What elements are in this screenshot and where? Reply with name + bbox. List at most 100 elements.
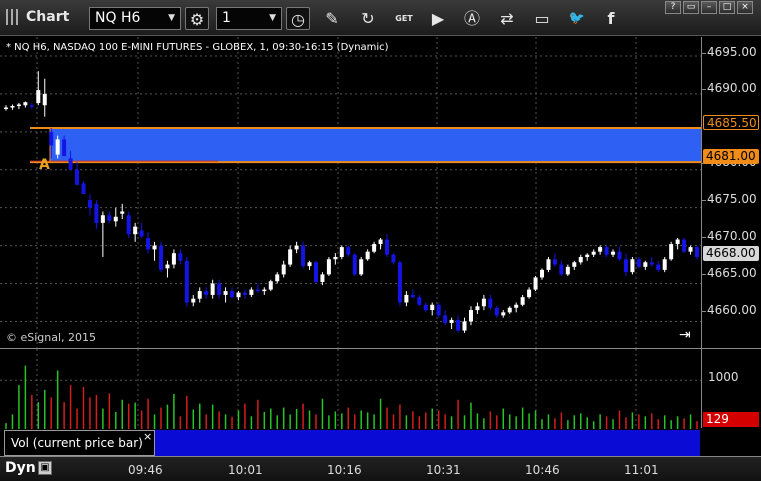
- window-controls: ? ▭ – □ ×: [665, 1, 755, 15]
- candle-body: [695, 247, 699, 257]
- candle-body: [565, 266, 570, 275]
- window-title: Chart: [26, 9, 70, 25]
- candle-body: [113, 216, 118, 222]
- volume-legend-strip: [155, 430, 700, 456]
- candle-body: [507, 307, 512, 313]
- cursor-settings-button[interactable]: ⚙: [185, 7, 209, 30]
- minimize-button[interactable]: –: [701, 1, 717, 14]
- price-chart[interactable]: [0, 37, 701, 348]
- refresh-icon: ↻: [361, 9, 375, 28]
- volume-chart[interactable]: [0, 349, 701, 429]
- lock-icon[interactable]: ▣: [38, 461, 52, 475]
- alert-icon: Ⓐ: [463, 9, 480, 28]
- maximize-button[interactable]: □: [719, 1, 735, 14]
- drag-grip-icon[interactable]: [6, 9, 20, 25]
- candle-body: [339, 247, 344, 257]
- toolbar: Chart NQ H6 ▼ ⚙ 1 ▼ ◷ ✎ ↻ GET ▶ Ⓐ ⇄ ▭ 🐦 …: [0, 0, 761, 36]
- candle-body: [236, 292, 241, 298]
- volume-pane[interactable]: [0, 348, 701, 429]
- alert-button[interactable]: Ⓐ: [460, 7, 484, 30]
- refresh-button[interactable]: ↻: [356, 7, 380, 30]
- volume-legend[interactable]: Vol (current price bar): [4, 430, 155, 456]
- candle-body: [604, 247, 609, 255]
- candle-body: [262, 289, 267, 292]
- candle-body: [152, 245, 157, 250]
- candle-body: [4, 107, 8, 110]
- price-tick-mark: [702, 53, 706, 54]
- candle-body: [55, 139, 60, 155]
- chat-button[interactable]: ▭: [530, 7, 554, 30]
- candle-body: [385, 239, 390, 255]
- candle-body: [107, 215, 112, 221]
- time-tick-label: 10:31: [426, 463, 461, 477]
- candle-body: [49, 131, 54, 146]
- price-tick-label: 4695.00: [707, 45, 757, 59]
- candle-body: [520, 297, 525, 305]
- price-axis[interactable]: 4695.00 4690.00 4680.00 4675.00 4670.00 …: [701, 37, 761, 348]
- candle-body: [514, 304, 519, 308]
- chart-annotation[interactable]: A: [39, 157, 50, 173]
- close-icon[interactable]: ×: [143, 431, 153, 443]
- chevron-down-icon[interactable]: ▼: [168, 8, 175, 29]
- play-button[interactable]: ▶: [426, 7, 450, 30]
- price-tick-mark: [702, 237, 706, 238]
- get-quote-button[interactable]: GET: [392, 7, 416, 30]
- draw-pencil-icon: ✎: [325, 9, 339, 28]
- draw-button[interactable]: ✎: [320, 7, 344, 30]
- twitter-button[interactable]: 🐦: [565, 7, 589, 30]
- candle-body: [158, 245, 163, 270]
- time-tick-label: 11:01: [624, 463, 659, 477]
- symbol-input[interactable]: NQ H6 ▼: [89, 7, 181, 30]
- price-tick-mark: [702, 274, 706, 275]
- candle-body: [23, 102, 28, 106]
- candle-body: [301, 245, 306, 267]
- clock-button[interactable]: ◷: [286, 7, 310, 30]
- price-chart-pane[interactable]: * NQ H6, NASDAQ 100 E-MINI FUTURES - GLO…: [0, 37, 701, 348]
- candle-body: [669, 244, 674, 260]
- candle-body: [326, 259, 331, 275]
- candle-body: [94, 203, 99, 223]
- candle-body: [184, 260, 189, 303]
- candle-body: [204, 291, 209, 295]
- zone-high-label[interactable]: 4685.50: [703, 115, 759, 130]
- volume-axis[interactable]: 1000 0 129: [701, 348, 761, 429]
- candle-body: [197, 291, 202, 299]
- time-axis[interactable]: Dyn ▣ 09:46 10:01 10:16 10:31 10:46 11:0…: [0, 456, 761, 481]
- scroll-to-end-icon[interactable]: ⇥: [679, 328, 697, 342]
- candle-body: [456, 319, 461, 331]
- volume-last-label: 129: [703, 412, 759, 427]
- close-button[interactable]: ×: [737, 1, 753, 14]
- chart-header: * NQ H6, NASDAQ 100 E-MINI FUTURES - GLO…: [6, 42, 389, 53]
- candle-body: [75, 169, 80, 185]
- candle-body: [191, 298, 196, 303]
- link-button[interactable]: ▭: [683, 1, 699, 14]
- candle-body: [307, 262, 312, 267]
- candle-body: [623, 259, 628, 273]
- dynamic-mode-label[interactable]: Dyn: [5, 460, 36, 476]
- help-button[interactable]: ?: [665, 1, 681, 14]
- candle-body: [359, 259, 364, 275]
- candle-body: [494, 307, 499, 316]
- candle-body: [423, 304, 428, 311]
- price-tick-label: 4670.00: [707, 229, 757, 243]
- trade-icon: ⇄: [500, 9, 514, 28]
- cursor-settings-icon: ⚙: [189, 10, 205, 29]
- time-tick-label: 10:01: [228, 463, 263, 477]
- candle-body: [417, 297, 422, 305]
- candle-body: [87, 200, 92, 208]
- price-tick-mark: [702, 200, 706, 201]
- candle-body: [333, 256, 338, 260]
- interval-value: 1: [222, 10, 231, 26]
- price-tick-mark: [702, 89, 706, 90]
- candle-body: [16, 104, 21, 107]
- zone-low-label[interactable]: 4681.00: [703, 149, 759, 164]
- candle-body: [397, 262, 402, 303]
- trade-button[interactable]: ⇄: [495, 7, 519, 30]
- facebook-button[interactable]: f: [599, 7, 623, 30]
- candle-body: [449, 319, 454, 323]
- candle-body: [313, 262, 318, 283]
- candle-body: [133, 226, 138, 235]
- chevron-down-icon[interactable]: ▼: [269, 8, 276, 29]
- candle-body: [249, 289, 254, 295]
- interval-input[interactable]: 1 ▼: [216, 7, 282, 30]
